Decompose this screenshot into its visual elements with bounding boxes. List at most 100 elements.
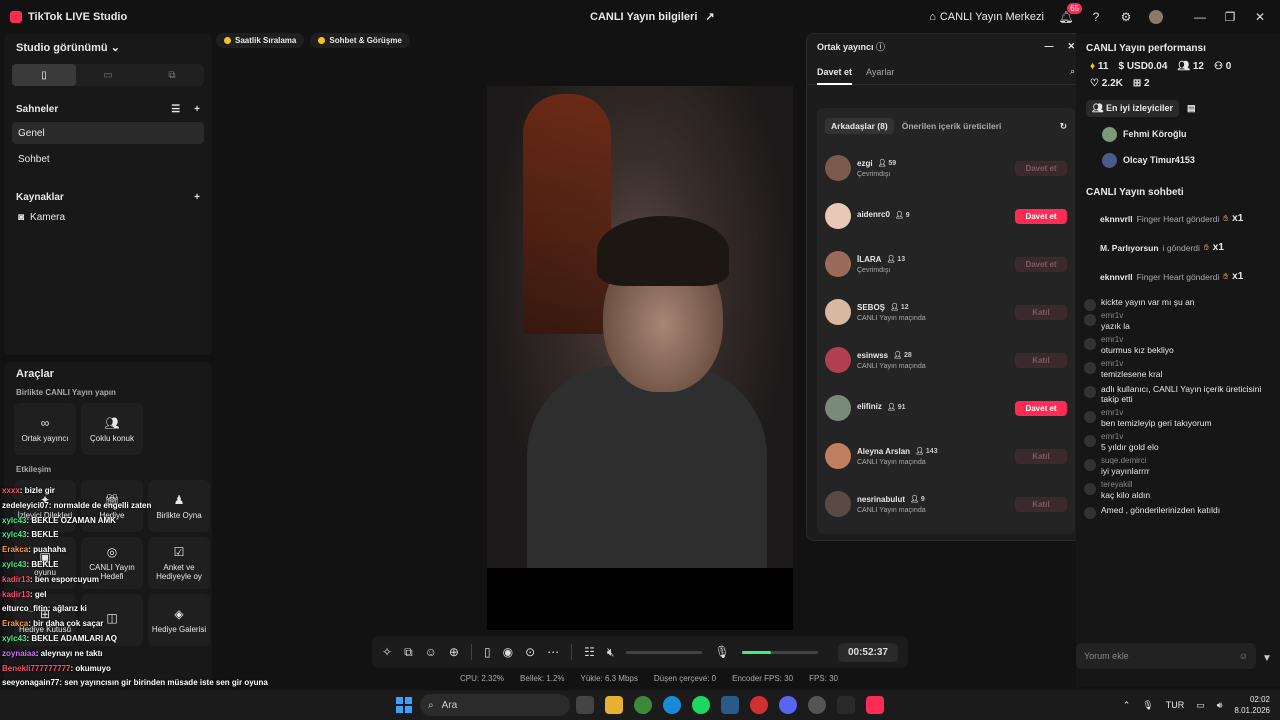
usd-value: USD0.04: [1126, 61, 1168, 72]
tab-invite[interactable]: Davet et: [817, 67, 853, 85]
avatar: [825, 203, 851, 229]
microphone-icon[interactable]: 🎙︎: [714, 645, 729, 659]
help-icon[interactable]: ?: [1088, 9, 1104, 25]
list-icon[interactable]: ☰: [171, 104, 180, 115]
clock-date: 8.01.2026: [1234, 706, 1270, 715]
send-icon[interactable]: ▼: [1262, 653, 1272, 664]
app-icon[interactable]: [808, 696, 826, 714]
chat-message: tereyakill kaç kilo aldın: [1076, 479, 1280, 501]
info-icon[interactable]: ⓘ: [876, 42, 885, 52]
chevron-up-icon[interactable]: ⌃: [1123, 700, 1131, 711]
phone-icon[interactable]: ▯: [484, 645, 491, 659]
friends-list: ezgi 👤︎ 59 Çevrimdışı Davet et aidenrc0 👤︎ 9 D…: [817, 144, 1075, 528]
interaction-title: Etkileşim: [16, 465, 52, 474]
multi-guest-button[interactable]: 👥︎ Çoklu konuk: [81, 403, 143, 455]
record-icon[interactable]: ◉: [503, 645, 513, 659]
opera-icon[interactable]: [750, 696, 768, 714]
discord-icon[interactable]: [779, 696, 797, 714]
gift-message: eknnvrll Finger Heart gönderdi ✋︎ x1: [1076, 262, 1280, 291]
clock-time: 02:02: [1249, 695, 1270, 704]
magic-wand-icon[interactable]: ✧: [382, 645, 392, 659]
overlay-chat-line: Benekli777777777: okumuyo: [2, 662, 292, 677]
bell-icon[interactable]: 🔔︎ 65: [1058, 2, 1082, 25]
studio-view-dropdown[interactable]: Studio görünümü ⌄: [4, 33, 212, 62]
gift-icon: ✋︎: [1203, 242, 1209, 252]
multi-guest-label: Çoklu konuk: [89, 433, 135, 443]
viewer-item[interactable]: Olcay Timur4153: [1076, 147, 1280, 173]
link-icon: ∞: [40, 415, 50, 430]
effects-icon[interactable]: ⧉: [404, 645, 413, 660]
minimize-panel-icon[interactable]: —: [1044, 41, 1053, 52]
viewer-item[interactable]: Fehmi Köroğlu: [1076, 121, 1280, 147]
more-icon[interactable]: ⋯: [547, 645, 559, 659]
sticker-icon[interactable]: ☺: [425, 645, 437, 659]
add-source-icon[interactable]: +: [194, 192, 200, 203]
network-icon[interactable]: ▭: [1196, 700, 1205, 711]
hourly-ranking-chip[interactable]: Saatlik Sıralama: [216, 33, 305, 48]
join-button[interactable]: Katıl: [1015, 304, 1067, 320]
share-icon[interactable]: ↗: [705, 10, 714, 23]
refresh-icon[interactable]: ↻: [1060, 121, 1067, 132]
gift-user: M. Parlıyorsun: [1100, 242, 1159, 253]
speaker-volume-slider[interactable]: [626, 650, 703, 654]
add-media-icon[interactable]: ⊕: [449, 645, 459, 659]
top-viewers-tab[interactable]: 👥︎ En iyi izleyiciler: [1086, 100, 1179, 117]
live-info-title[interactable]: CANLI Yayın bilgileri ↗: [590, 10, 715, 24]
tiktok-studio-icon[interactable]: [866, 696, 884, 714]
scene-item[interactable]: Genel: [12, 122, 204, 144]
language-indicator[interactable]: TUR: [1166, 700, 1185, 710]
invite-button[interactable]: Davet et: [1015, 400, 1067, 416]
task-view-icon[interactable]: [576, 696, 594, 714]
avatar[interactable]: [1148, 9, 1164, 25]
chrome-icon[interactable]: [634, 696, 652, 714]
file-explorer-icon[interactable]: [605, 696, 623, 714]
landscape-view-icon[interactable]: ▭: [76, 64, 140, 86]
dual-view-icon[interactable]: ⧉: [140, 64, 204, 86]
avatar: [825, 347, 851, 373]
cohost-button[interactable]: ∞ Ortak yayıncı: [14, 403, 76, 455]
microphone-tray-icon[interactable]: 🎙︎: [1142, 700, 1153, 711]
volume-icon[interactable]: 🔊︎: [1217, 700, 1223, 711]
settings-sliders-icon[interactable]: ☷: [584, 645, 595, 659]
chat-meet-chip[interactable]: Sohbet & Görüşme: [310, 33, 410, 48]
app-icon[interactable]: [837, 696, 855, 714]
windows-start-icon[interactable]: [396, 697, 412, 713]
join-button[interactable]: Katıl: [1015, 496, 1067, 512]
minimize-icon[interactable]: —: [1192, 9, 1208, 25]
edge-icon[interactable]: [663, 696, 681, 714]
tab-suggested-creators[interactable]: Önerilen içerik üreticileri: [902, 121, 1002, 131]
maximize-icon[interactable]: ❐: [1222, 9, 1238, 25]
invite-button[interactable]: Davet et: [1015, 256, 1067, 272]
title-bar: TikTok LIVE Studio CANLI Yayın bilgileri…: [0, 0, 1280, 33]
emoji-icon[interactable]: ☺: [1239, 651, 1248, 661]
gift-message: M. Parlıyorsun i gönderdi ✋︎ x1: [1076, 233, 1280, 262]
search-icon[interactable]: ⌕: [1070, 66, 1075, 77]
scene-item[interactable]: Sohbet: [12, 148, 204, 170]
list-view-icon[interactable]: ▤: [1187, 103, 1196, 114]
spotify-icon[interactable]: [692, 696, 710, 714]
close-icon[interactable]: ✕: [1252, 9, 1268, 25]
close-panel-icon[interactable]: ✕: [1067, 41, 1075, 52]
clock[interactable]: 02:02 8.01.2026: [1234, 694, 1270, 716]
gear-icon[interactable]: ⚙: [1118, 9, 1134, 25]
invite-button[interactable]: Davet et: [1015, 160, 1067, 176]
friend-status: CANLI Yayın maçında: [857, 506, 926, 514]
overlay-chat-text: : gel: [30, 589, 47, 599]
live-center-button[interactable]: ⌂ CANLI Yayın Merkezi: [929, 11, 1044, 23]
portrait-view-icon[interactable]: ▯: [12, 64, 76, 86]
taskbar-search[interactable]: ⌕ Ara: [420, 694, 570, 716]
speaker-mute-icon[interactable]: 🔇︎: [607, 645, 615, 660]
tab-settings[interactable]: Ayarlar: [866, 67, 894, 77]
add-scene-icon[interactable]: +: [194, 104, 200, 115]
comment-input[interactable]: Yorum ekle ☺: [1076, 643, 1256, 669]
tab-friends[interactable]: Arkadaşlar (8): [825, 118, 894, 134]
chat-text: yazık la: [1101, 321, 1130, 331]
avatar: [1084, 507, 1096, 519]
steam-icon[interactable]: [721, 696, 739, 714]
target-icon[interactable]: ⊙: [525, 645, 535, 659]
join-button[interactable]: Katıl: [1015, 352, 1067, 368]
join-button[interactable]: Katıl: [1015, 448, 1067, 464]
mic-volume-slider[interactable]: [741, 650, 818, 654]
invite-button[interactable]: Davet et: [1015, 208, 1067, 224]
source-item[interactable]: ◙ Kamera: [4, 206, 212, 229]
